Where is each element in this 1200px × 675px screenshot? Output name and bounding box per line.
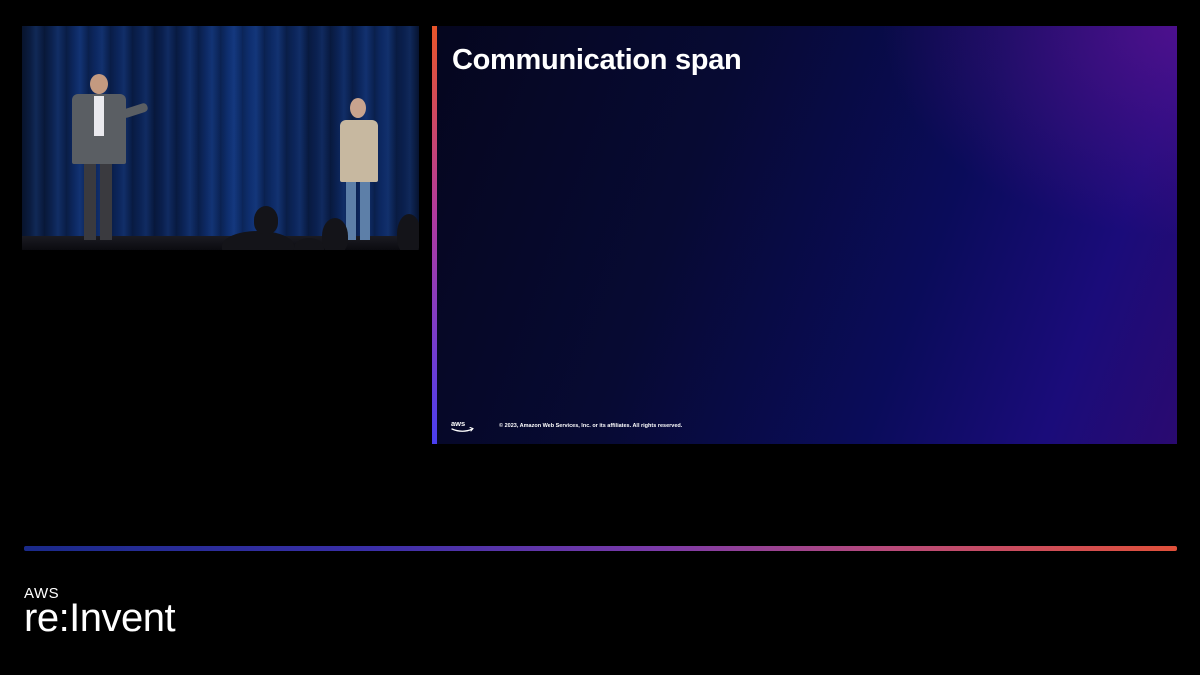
slide-title: Communication span [452, 44, 742, 76]
audience-member [254, 206, 278, 234]
slide-accent-bar [432, 26, 437, 444]
event-logo: AWS re:Invent [24, 586, 176, 640]
speaker-video [22, 26, 419, 250]
svg-text:aws: aws [451, 419, 465, 428]
copyright-notice: © 2023, Amazon Web Services, Inc. or its… [499, 423, 683, 429]
audience-member [322, 218, 348, 250]
audience-member [397, 214, 419, 250]
aws-logo-icon: aws [451, 419, 474, 432]
gradient-divider [24, 546, 1177, 551]
presenter-left [70, 74, 150, 244]
event-name: re:Invent [24, 596, 176, 640]
presentation-slide: Communication span aws © 2023, Amazon We… [432, 26, 1177, 444]
slide-footer: aws © 2023, Amazon Web Services, Inc. or… [450, 418, 682, 434]
